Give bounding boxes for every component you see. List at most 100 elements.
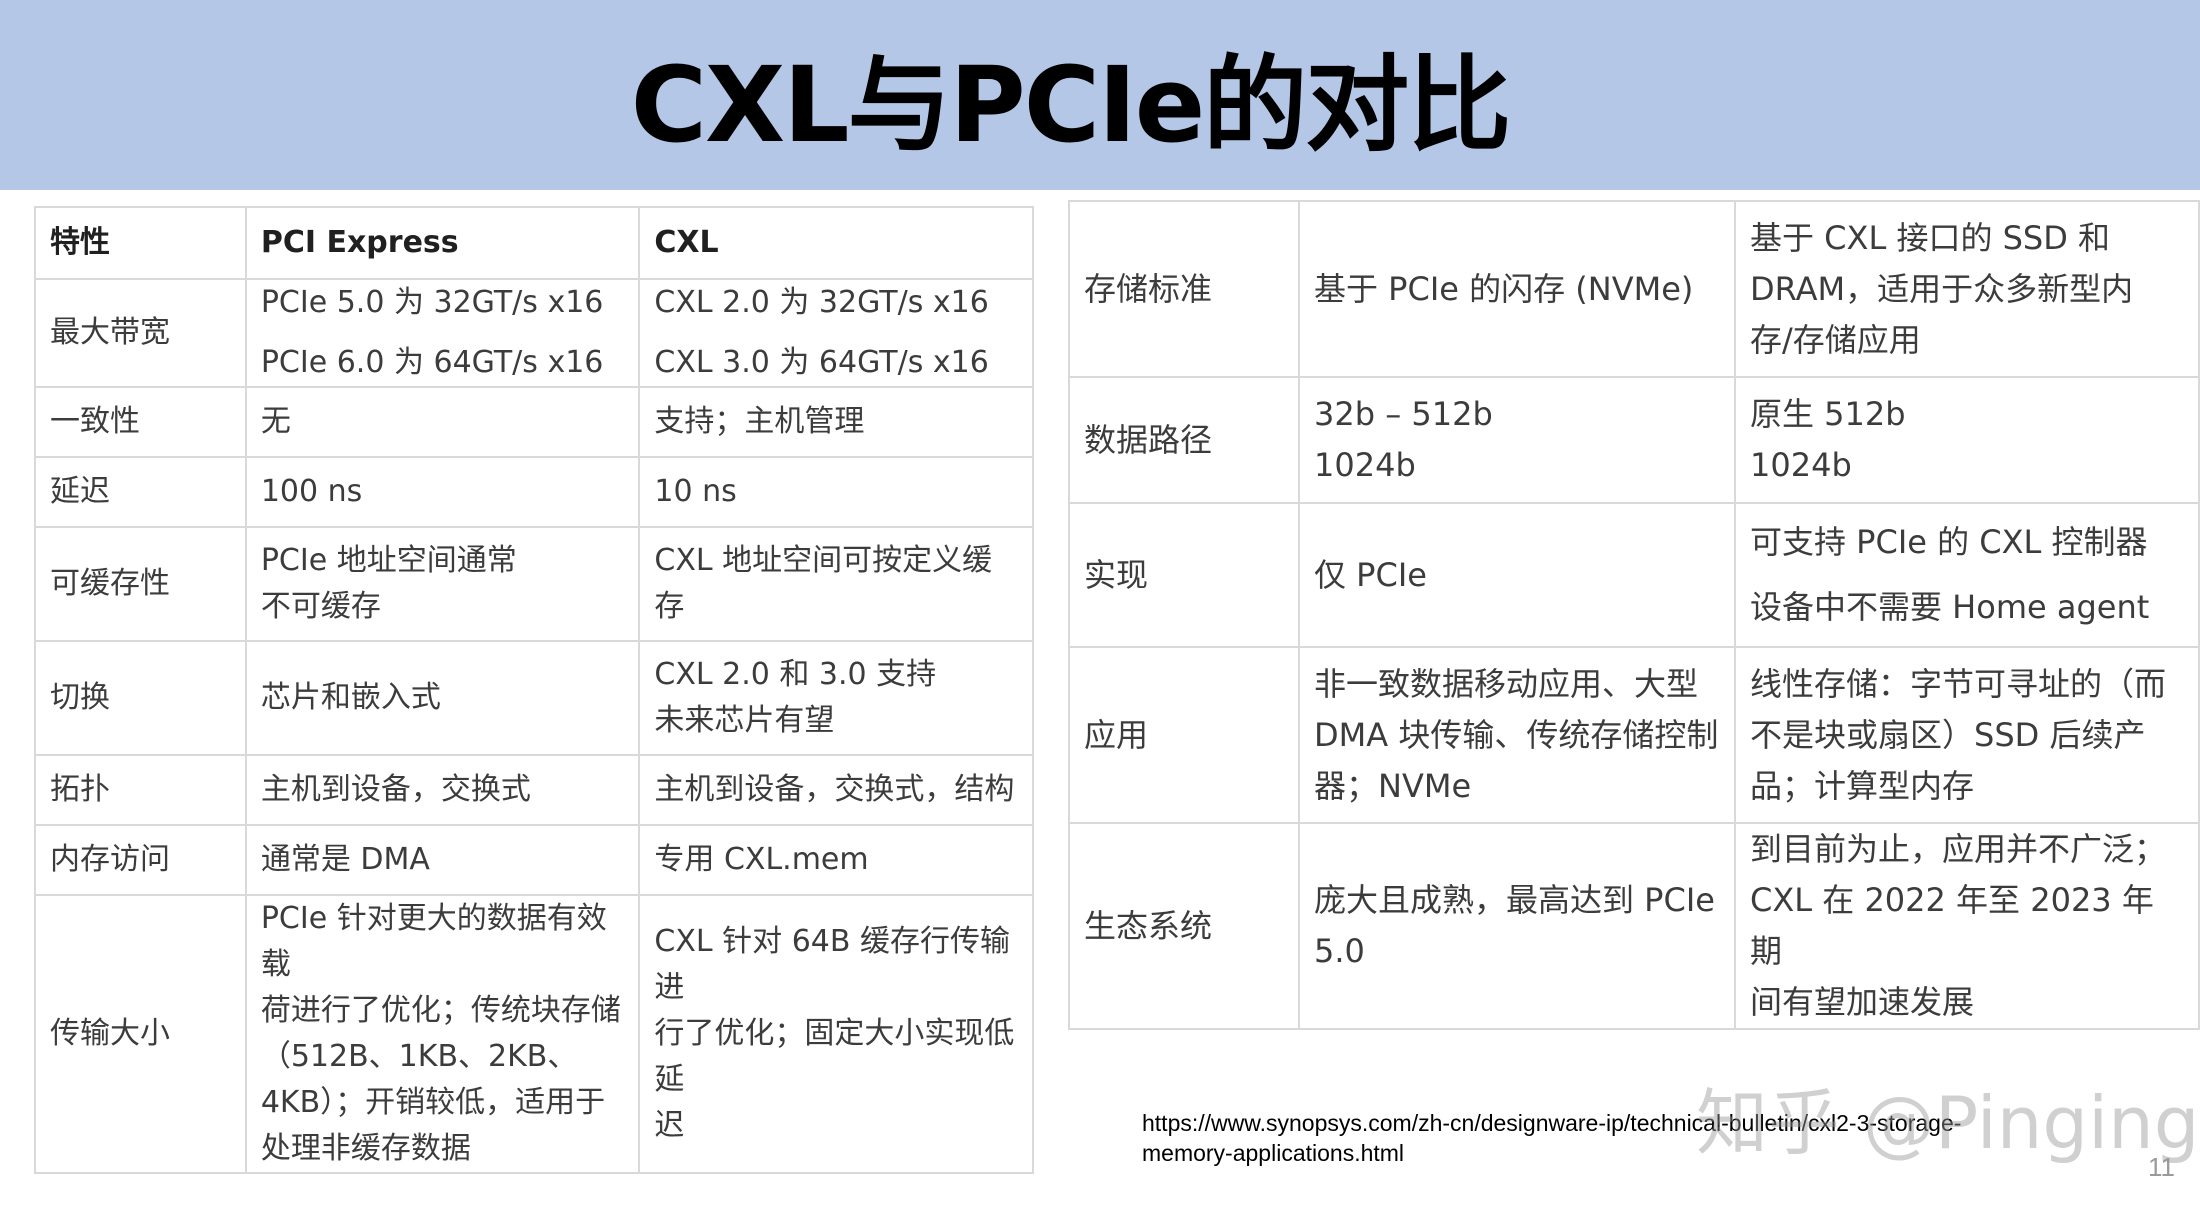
cxl-cell-line: 支持；主机管理 (654, 404, 865, 439)
cxl-cell: 原生 512b 1024b (1734, 376, 2200, 504)
feature-cell: 实现 (1068, 502, 1300, 648)
cxl-cell-line: CXL 地址空间可按定义缓存 (654, 543, 993, 624)
cxl-cell: CXL 2.0 和 3.0 支持 未来芯片有望 (638, 640, 1034, 756)
pcie-cell-line: 庞大且成熟，最高达到 PCIe (1314, 881, 1715, 919)
cxl-cell: CXL 地址空间可按定义缓存 (638, 526, 1034, 642)
pcie-cell-line: PCIe 5.0 为 32GT/s x16 (260, 285, 604, 320)
cxl-cell: 专用 CXL.mem (638, 824, 1034, 896)
table-row: 数据路径 32b – 512b 1024b 原生 512b 1024b (1068, 376, 2200, 504)
cxl-cell-line: 可支持 PCIe 的 CXL 控制器 (1750, 523, 2148, 561)
pcie-cell-line: 5.0 (1314, 932, 1365, 970)
cxl-cell: 可支持 PCIe 的 CXL 控制器 设备中不需要 Home agent (1734, 502, 2200, 648)
pcie-cell-line: 不可缓存 (260, 589, 381, 624)
feature-cell: 可缓存性 (34, 526, 247, 642)
cxl-cell: CXL 2.0 为 32GT/s x16 CXL 3.0 为 64GT/s x16 (638, 278, 1034, 388)
cxl-cell: CXL 针对 64B 缓存行传输进 行了优化；固定大小实现低延迟 (638, 894, 1034, 1174)
pcie-cell-line: 仅 PCIe (1314, 555, 1427, 594)
pcie-cell: 庞大且成熟，最高达到 PCIe 5.0 (1298, 822, 1736, 1030)
page-title: CXL与PCIe的对比 (630, 43, 1512, 166)
pcie-cell-line: 无 (260, 404, 291, 439)
cxl-cell-line: CXL 针对 64B 缓存行传输进 (654, 924, 1010, 1005)
cxl-cell-line: 设备中不需要 Home agent (1750, 588, 2150, 626)
pcie-cell-line: 1024b (1314, 446, 1416, 484)
cxl-cell-line: 线性存储：字节可寻址的（而 (1750, 664, 2167, 703)
pcie-cell: 仅 PCIe (1298, 502, 1736, 648)
cxl-cell-line: CXL 在 2022 年至 2023 年期 (1750, 881, 2154, 970)
table-row: 一致性无 支持；主机管理 (34, 386, 1034, 458)
cxl-cell-line: CXL 3.0 为 64GT/s x16 (654, 345, 989, 380)
feature-cell: 拓扑 (34, 754, 247, 826)
cxl-cell: 支持；主机管理 (638, 386, 1034, 458)
cxl-cell-line: 基于 CXL 接口的 SSD 和 (1750, 218, 2111, 257)
pcie-cell: PCIe 5.0 为 32GT/s x16 PCIe 6.0 为 64GT/s x… (244, 278, 641, 388)
table-row: 切换 芯片和嵌入式 CXL 2.0 和 3.0 支持 未来芯片有望 (34, 640, 1034, 756)
cxl-cell: 到目前为止，应用并不广泛； CXL 在 2022 年至 2023 年期间有望加速发… (1734, 822, 2200, 1030)
header-feature: 特性 (34, 206, 247, 280)
pcie-cell: PCIe 地址空间通常 不可缓存 (244, 526, 641, 642)
cxl-cell-line: 存/存储应用 (1750, 320, 1921, 359)
cxl-cell: 10 ns (638, 456, 1034, 528)
cxl-cell-line: 10 ns (654, 474, 737, 509)
pcie-cell: 芯片和嵌入式 (244, 640, 641, 756)
cxl-cell-line: 不是块或扇区）SSD 后续产 (1750, 715, 2146, 754)
feature-cell: 生态系统 (1068, 822, 1300, 1030)
pcie-cell-line: 32b – 512b (1314, 395, 1493, 433)
watermark: 知乎 @Pinging (1696, 1081, 2200, 1165)
header-pcie: PCI Express (244, 206, 641, 280)
feature-cell: 最大带宽 (34, 278, 247, 388)
pcie-cell: 32b – 512b 1024b (1298, 376, 1736, 504)
cxl-cell-line: CXL 2.0 和 3.0 支持 (654, 657, 937, 692)
cxl-cell-line: 迟 (654, 1108, 685, 1143)
cxl-cell-line: 未来芯片有望 (654, 703, 835, 738)
pcie-cell-line: 处理非缓存数据 (260, 1131, 471, 1166)
cxl-cell-line: 专用 CXL.mem (654, 842, 869, 877)
comparison-table-left: 特性 PCI Express CXL 最大带宽 PCIe 5.0 为 32GT/s… (34, 206, 1034, 1174)
cxl-cell: 主机到设备，交换式，结构 (638, 754, 1034, 826)
pcie-cell-line: 非一致数据移动应用、大型 (1314, 664, 1699, 703)
table-row: 最大带宽 PCIe 5.0 为 32GT/s x16 PCIe 6.0 为 64GT… (34, 278, 1034, 388)
table-row: 实现仅 PCIe 可支持 PCIe 的 CXL 控制器 设备中不需要 Home ag… (1068, 502, 2200, 648)
cxl-cell-line: 主机到设备，交换式，结构 (654, 772, 1015, 807)
pcie-cell-line: 芯片和嵌入式 (260, 680, 441, 715)
cxl-cell-line: 到目前为止，应用并不广泛； (1750, 830, 2167, 868)
pcie-cell-line: 通常是 DMA (260, 842, 430, 877)
cxl-cell-line: 品；计算型内存 (1750, 766, 1975, 805)
feature-cell: 传输大小 (34, 894, 247, 1174)
pcie-cell-line: 器；NVMe (1314, 766, 1472, 805)
table-row: 生态系统 庞大且成熟，最高达到 PCIe 5.0 到目前为止，应用并不广泛； CXL 在… (1068, 822, 2200, 1030)
pcie-cell-line: 荷进行了优化；传统块存储 (260, 993, 621, 1028)
cxl-cell-line: 间有望加速发展 (1750, 983, 1975, 1021)
table-row: 应用 非一致数据移动应用、大型 DMA 块传输、传统存储控制 器；NVMe 线性存储：字… (1068, 646, 2200, 824)
cxl-cell-line: 行了优化；固定大小实现低延 (654, 1016, 1015, 1097)
pcie-cell: 通常是 DMA (244, 824, 641, 896)
table-header-row: 特性 PCI Express CXL (34, 206, 1034, 280)
pcie-cell-line: 基于 PCIe 的闪存 (NVMe) (1314, 269, 1694, 308)
cxl-cell-line: CXL 2.0 为 32GT/s x16 (654, 285, 989, 320)
cxl-cell: 基于 CXL 接口的 SSD 和 DRAM，适用于众多新型内 存/存储应用 (1734, 200, 2200, 378)
pcie-cell: 主机到设备，交换式 (244, 754, 641, 826)
pcie-cell: 100 ns (244, 456, 641, 528)
table-row: 延迟 100 ns 10 ns (34, 456, 1034, 528)
pcie-cell: PCIe 针对更大的数据有效载 荷进行了优化；传统块存储 （512B、1KB、2KB… (244, 894, 641, 1174)
page-number: 11 (2148, 1152, 2175, 1182)
pcie-cell-line: （512B、1KB、2KB、 (260, 1039, 578, 1074)
table-row: 存储标准 基于 PCIe 的闪存 (NVMe) 基于 CXL 接口的 SSD 和 DR… (1068, 200, 2200, 378)
feature-cell: 切换 (34, 640, 247, 756)
feature-cell: 一致性 (34, 386, 247, 458)
table-row: 传输大小 PCIe 针对更大的数据有效载 荷进行了优化；传统块存储 （512B、1KB… (34, 894, 1034, 1174)
feature-cell: 内存访问 (34, 824, 247, 896)
pcie-cell-line: PCIe 6.0 为 64GT/s x16 (260, 345, 604, 380)
table-row: 拓扑 主机到设备，交换式 主机到设备，交换式，结构 (34, 754, 1034, 826)
pcie-cell: 无 (244, 386, 641, 458)
cxl-cell-line: DRAM，适用于众多新型内 (1750, 269, 2134, 308)
header-cxl: CXL (638, 206, 1034, 280)
feature-cell: 应用 (1068, 646, 1300, 824)
cxl-cell-line: 原生 512b (1750, 395, 1906, 433)
feature-cell: 存储标准 (1068, 200, 1300, 378)
pcie-cell-line: DMA 块传输、传统存储控制 (1314, 715, 1719, 754)
feature-cell: 数据路径 (1068, 376, 1300, 504)
table-row: 内存访问 通常是 DMA 专用 CXL.mem (34, 824, 1034, 896)
table-row: 可缓存性 PCIe 地址空间通常 不可缓存 CXL 地址空间可按定义缓存 (34, 526, 1034, 642)
pcie-cell: 非一致数据移动应用、大型 DMA 块传输、传统存储控制 器；NVMe (1298, 646, 1736, 824)
pcie-cell-line: 100 ns (260, 474, 363, 509)
